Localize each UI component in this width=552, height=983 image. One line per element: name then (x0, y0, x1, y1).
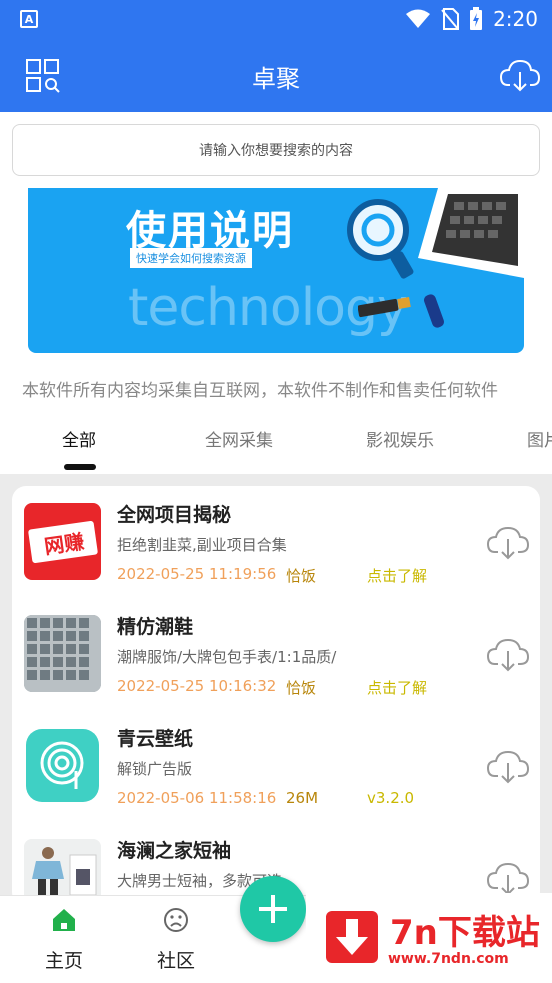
app-bar: 卓聚 (0, 37, 552, 112)
item-version: v3.2.0 (367, 789, 415, 807)
item-title: 全网项目揭秘 (117, 504, 232, 526)
list-item[interactable]: 精仿潮鞋 潮牌服饰/大牌包包手表/1:1品质/ 2022-05-25 10:16… (12, 598, 540, 710)
tab-film-entertainment[interactable]: 影视娱乐 (366, 426, 434, 451)
item-date: 2022-05-06 11:58:16 (117, 789, 277, 807)
cloud-download-icon[interactable] (486, 860, 530, 896)
tab-images[interactable]: 图片 (527, 426, 552, 451)
cloud-download-icon[interactable] (500, 57, 540, 93)
wifi-icon (406, 9, 431, 28)
item-description: 拒绝割韭菜,副业项目合集 (117, 536, 287, 554)
plus-icon (259, 895, 287, 923)
status-bar: A 2:20 (0, 0, 552, 37)
nav-home[interactable]: 主页 (24, 896, 104, 983)
item-description: 潮牌服饰/大牌包包手表/1:1品质/ (117, 648, 337, 666)
tab-indicator (64, 464, 96, 470)
cloud-download-icon[interactable] (486, 524, 530, 560)
download-arrow-icon (336, 919, 368, 955)
banner[interactable]: 使用说明 快速学会如何搜索资源 technology (28, 188, 524, 353)
banner-subtitle: 快速学会如何搜索资源 (130, 248, 252, 268)
watermark: 7n下载站 www.7ndn.com (306, 893, 552, 983)
item-thumbnail (24, 615, 101, 692)
category-tabs: 全部 全网采集 影视娱乐 图片 (0, 418, 552, 472)
resource-list: 网赚 全网项目揭秘 拒绝割韭菜,副业项目合集 2022-05-25 11:19:… (12, 486, 540, 906)
nav-community[interactable]: 社区 (136, 896, 216, 983)
nav-community-label: 社区 (156, 950, 195, 972)
item-meta: 恰饭 (286, 679, 317, 697)
app-title: 卓聚 (252, 65, 300, 93)
search-input[interactable]: 请输入你想要搜索的内容 (12, 124, 540, 176)
tab-all[interactable]: 全部 (62, 426, 96, 451)
watermark-title: 7n下载站 (390, 913, 540, 953)
add-button[interactable] (240, 876, 306, 942)
battery-charging-icon (470, 6, 483, 30)
item-date: 2022-05-25 11:19:56 (117, 565, 277, 583)
item-description: 解锁广告版 (117, 760, 193, 778)
watermark-logo (326, 911, 378, 963)
item-title: 青云壁纸 (117, 728, 194, 750)
item-thumbnail: 网赚 (24, 503, 101, 580)
wallpaper-app-icon (26, 729, 99, 802)
watermark-url: www.7ndn.com (388, 951, 509, 967)
usb-drive-illustration-icon (358, 294, 445, 328)
item-meta: 恰饭 (286, 567, 317, 585)
item-size: 26M (286, 789, 319, 807)
cloud-download-icon[interactable] (486, 748, 530, 784)
cloud-download-icon[interactable] (486, 636, 530, 672)
item-title: 海澜之家短袖 (117, 840, 232, 862)
nav-home-label: 主页 (44, 950, 83, 972)
status-time: 2:20 (493, 6, 538, 31)
magnifier-illustration-icon (347, 199, 414, 279)
item-thumbnail (24, 727, 101, 804)
item-date: 2022-05-25 10:16:32 (117, 677, 277, 695)
item-action[interactable]: 点击了解 (367, 565, 427, 586)
list-item[interactable]: 青云壁纸 解锁广告版 2022-05-06 11:58:16 26M v3.2.… (12, 710, 540, 822)
home-icon (53, 909, 75, 931)
tab-web-collection[interactable]: 全网采集 (205, 426, 273, 451)
laptop-illustration-icon (418, 188, 524, 278)
disclaimer-notice: 本软件所有内容均采集自互联网，本软件不制作和售卖任何软件 (22, 381, 498, 401)
item-action[interactable]: 点击了解 (367, 677, 427, 698)
shoe-grid-image (24, 615, 101, 692)
item-title: 精仿潮鞋 (117, 616, 194, 638)
list-item[interactable]: 网赚 全网项目揭秘 拒绝割韭菜,副业项目合集 2022-05-25 11:19:… (12, 486, 540, 598)
app-notification-icon: A (20, 10, 38, 28)
status-indicators: 2:20 (405, 0, 538, 37)
sad-face-icon (164, 908, 188, 932)
no-sim-icon (441, 7, 460, 30)
